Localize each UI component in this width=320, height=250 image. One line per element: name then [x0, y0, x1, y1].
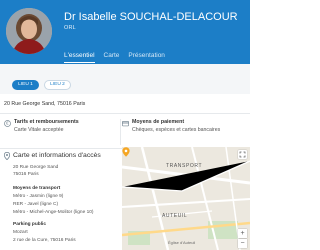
transport-item: Métro - Jasmin (ligne 9) [13, 194, 64, 199]
transport-title: Moyens de transport [13, 186, 61, 191]
card-icon [122, 121, 129, 127]
parking-title: Parking public [13, 222, 47, 227]
header-spacer [0, 64, 250, 74]
zoom-in-button[interactable]: + [238, 229, 247, 238]
location-selector: LIEU 1 LIEU 2 [0, 74, 250, 94]
payment-info-row: € Tarifs et remboursements Carte Vitale … [0, 115, 250, 149]
paiement-title: Moyens de paiement [132, 119, 185, 125]
zoom-out-button[interactable]: − [238, 239, 247, 248]
tarifs-title: Tarifs et remboursements [14, 119, 79, 125]
tab-presentation[interactable]: Présentation [128, 51, 165, 63]
transport-item: Métro - Michel-Ange-Molitor (ligne 10) [13, 210, 94, 215]
map-label-transport: TRANSPORT [166, 163, 203, 169]
info-divider [120, 119, 121, 145]
doctor-specialty: ORL [64, 25, 76, 31]
svg-text:€: € [6, 121, 9, 126]
access-details: 20 Rue George Sand 75016 Paris Moyens de… [0, 163, 122, 250]
card-address: 20 Rue George Sand [13, 165, 59, 170]
doctor-name: Dr Isabelle SOUCHAL-DELACOUR [64, 11, 238, 23]
access-card-title: Carte et informations d'accès [13, 152, 101, 159]
transport-item: RER - Javel (ligne C) [13, 202, 59, 207]
profile-tabs: L'essentiel Carte Présentation [64, 51, 165, 63]
card-city: 75016 Paris [13, 172, 39, 177]
practice-address: 20 Rue George Sand, 75016 Paris [4, 101, 86, 107]
fullscreen-button[interactable] [238, 150, 247, 159]
lieu-1-button[interactable]: LIEU 1 [12, 80, 39, 90]
map-label-eglise: Église d'Auteuil [168, 240, 196, 245]
tab-essentiel[interactable]: L'essentiel [64, 51, 95, 63]
lieu-2-button[interactable]: LIEU 2 [44, 80, 71, 90]
location-map[interactable]: TRANSPORT AUTEUIL Église d'Auteuil + − [122, 147, 250, 250]
map-pin-icon [4, 152, 10, 160]
tarifs-text: Carte Vitale acceptée [14, 127, 64, 133]
profile-header: Dr Isabelle SOUCHAL-DELACOUR ORL L'essen… [0, 0, 250, 64]
tab-carte[interactable]: Carte [104, 51, 120, 63]
parking-item: 2 rue de la Cure, 75016 Paris [13, 238, 76, 243]
doctor-avatar [6, 8, 52, 54]
paiement-text: Chèques, espèces et cartes bancaires [132, 127, 221, 133]
parking-item: Mozart [13, 230, 28, 235]
map-label-auteuil: AUTEUIL [162, 213, 188, 219]
euro-icon: € [4, 120, 11, 127]
map-marker-icon[interactable] [122, 147, 130, 157]
address-bar: 20 Rue George Sand, 75016 Paris [0, 94, 250, 114]
fullscreen-icon [239, 151, 246, 158]
